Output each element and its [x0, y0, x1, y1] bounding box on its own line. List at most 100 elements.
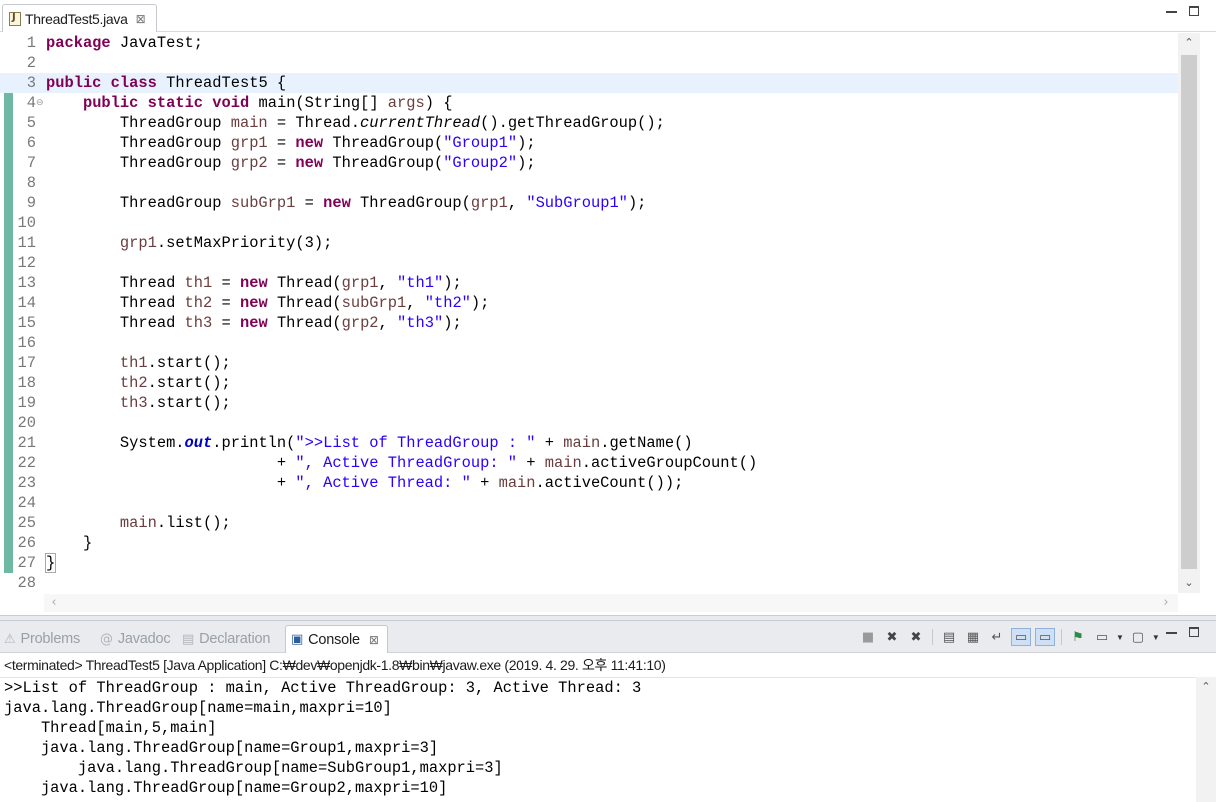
- editor-tab-threadtest5[interactable]: ThreadTest5.java ⊠: [2, 4, 157, 32]
- code-line[interactable]: 22 + ", Active ThreadGroup: " + main.act…: [0, 453, 1178, 473]
- tab-javadoc[interactable]: @ Javadoc: [100, 625, 171, 653]
- code-token: main: [544, 454, 582, 472]
- code-token: "SubGroup1": [526, 194, 628, 212]
- terminate-icon[interactable]: ■: [858, 628, 878, 646]
- scroll-up-icon[interactable]: ⌃: [1178, 33, 1200, 53]
- code-line[interactable]: 28: [0, 573, 1178, 593]
- code-token: ) {: [424, 94, 453, 112]
- code-line[interactable]: 8: [0, 173, 1178, 193]
- code-line[interactable]: 4 ⊖ public static void main(String[] args…: [0, 93, 1178, 113]
- tab-problems[interactable]: ⚠ Problems: [4, 625, 80, 653]
- code-line[interactable]: 19 th3.start();: [0, 393, 1178, 413]
- editor-vertical-scrollbar[interactable]: ⌃ ⌄: [1178, 33, 1200, 593]
- code-line[interactable]: 13 Thread th1 = new Thread(grp1, "th1");: [0, 273, 1178, 293]
- code-editor[interactable]: 1 package JavaTest; 2 3 public class ThreadT…: [0, 33, 1178, 593]
- code-line[interactable]: 18 th2.start();: [0, 373, 1178, 393]
- console-output-line: Thread[main,5,main]: [4, 719, 217, 737]
- code-line[interactable]: 11 grp1.setMaxPriority(3);: [0, 233, 1178, 253]
- dropdown-arrow-icon[interactable]: ▼: [1152, 633, 1160, 642]
- show-on-stdout-icon[interactable]: ▭: [1011, 628, 1031, 646]
- line-number: 6: [26, 134, 36, 152]
- code-line[interactable]: 3 public class ThreadTest5 {: [0, 73, 1178, 93]
- scroll-left-icon[interactable]: ‹: [46, 594, 62, 612]
- minimize-icon[interactable]: [1166, 632, 1177, 634]
- console-output[interactable]: >>List of ThreadGroup : main, Active Thr…: [0, 677, 1196, 802]
- code-line[interactable]: 15 Thread th3 = new Thread(grp2, "th3");: [0, 313, 1178, 333]
- code-line[interactable]: 24: [0, 493, 1178, 513]
- code-token: ThreadGroup: [46, 154, 231, 172]
- code-line[interactable]: 16: [0, 333, 1178, 353]
- close-tab-icon[interactable]: ⊠: [369, 633, 379, 647]
- code-line[interactable]: 7 ThreadGroup grp2 = new ThreadGroup("Gr…: [0, 153, 1178, 173]
- code-line[interactable]: 12: [0, 253, 1178, 273]
- code-token: .list();: [156, 514, 231, 532]
- code-line[interactable]: 1 package JavaTest;: [0, 33, 1178, 53]
- code-line[interactable]: 2: [0, 53, 1178, 73]
- line-number: 5: [26, 114, 36, 132]
- code-line[interactable]: 27}: [0, 553, 1178, 573]
- scroll-down-icon[interactable]: ⌄: [1178, 573, 1200, 593]
- fold-collapse-icon[interactable]: ⊖: [36, 93, 44, 113]
- code-line[interactable]: 10: [0, 213, 1178, 233]
- code-text: th2.start();: [46, 373, 231, 393]
- code-line[interactable]: 21 System.out.println(">>List of ThreadG…: [0, 433, 1178, 453]
- code-token: public: [46, 74, 102, 92]
- code-line[interactable]: 17 th1.start();: [0, 353, 1178, 373]
- code-text: + ", Active Thread: " + main.activeCount…: [46, 473, 683, 493]
- code-line[interactable]: 6 ThreadGroup grp1 = new ThreadGroup("Gr…: [0, 133, 1178, 153]
- code-token: ,: [378, 314, 398, 332]
- line-number: 7: [26, 154, 36, 172]
- editor-pane: ThreadTest5.java ⊠ 1package JavaTest;23p…: [0, 0, 1216, 616]
- display-console-icon[interactable]: ▭: [1092, 628, 1112, 646]
- code-token: = Thread.: [267, 114, 361, 132]
- code-token: ,: [406, 294, 425, 312]
- code-line[interactable]: 23 + ", Active Thread: " + main.activeCo…: [0, 473, 1178, 493]
- scroll-up-icon[interactable]: ⌃: [1196, 677, 1216, 697]
- show-on-stderr-icon[interactable]: ▭: [1035, 628, 1055, 646]
- code-line[interactable]: 9 ThreadGroup subGrp1 = new ThreadGroup(…: [0, 193, 1178, 213]
- dropdown-arrow-icon[interactable]: ▼: [1116, 633, 1124, 642]
- editor-horizontal-scrollbar[interactable]: ‹ ›: [44, 594, 1178, 612]
- code-line[interactable]: 26 }: [0, 533, 1178, 553]
- scroll-right-icon[interactable]: ›: [1158, 594, 1174, 612]
- line-number: 21: [17, 434, 36, 452]
- code-token: .setMaxPriority(3);: [156, 234, 333, 252]
- code-token: .activeCount());: [535, 474, 684, 492]
- remove-launch-icon[interactable]: ✖: [882, 628, 902, 646]
- minimize-icon[interactable]: [1166, 11, 1177, 13]
- scrollbar-thumb[interactable]: [1181, 55, 1197, 569]
- code-token: th1: [184, 274, 213, 292]
- code-token: new: [239, 294, 268, 312]
- console-output-line: java.lang.ThreadGroup[name=Group1,maxpri…: [4, 739, 439, 757]
- code-token: out: [184, 434, 213, 452]
- maximize-icon[interactable]: [1189, 627, 1199, 637]
- java-file-icon: [9, 11, 21, 26]
- code-token: ThreadGroup: [46, 114, 231, 132]
- code-token: grp1: [230, 134, 268, 152]
- code-line[interactable]: 5 ThreadGroup main = Thread.currentThrea…: [0, 113, 1178, 133]
- code-line[interactable]: 20: [0, 413, 1178, 433]
- code-line[interactable]: 25 main.list();: [0, 513, 1178, 533]
- tab-declaration[interactable]: ▤ Declaration: [182, 625, 270, 653]
- code-token: ", Active ThreadGroup: ": [295, 454, 518, 472]
- remove-all-terminated-icon[interactable]: ✖: [906, 628, 926, 646]
- javadoc-icon: @: [100, 631, 113, 647]
- editor-tab-label: ThreadTest5.java: [25, 10, 128, 27]
- line-number: 2: [26, 54, 36, 72]
- code-token: grp1: [341, 274, 379, 292]
- tab-console[interactable]: ▣ Console ⊠: [285, 625, 388, 653]
- word-wrap-icon[interactable]: ↵: [987, 628, 1007, 646]
- close-tab-icon[interactable]: ⊠: [136, 12, 146, 26]
- open-console-icon[interactable]: ▢: [1128, 628, 1148, 646]
- console-vertical-scrollbar[interactable]: ⌃: [1196, 677, 1216, 802]
- maximize-icon[interactable]: [1189, 6, 1199, 16]
- problems-icon: ⚠: [4, 631, 16, 647]
- pin-console-icon[interactable]: ⚑: [1068, 628, 1088, 646]
- code-line[interactable]: 14 Thread th2 = new Thread(subGrp1, "th2…: [0, 293, 1178, 313]
- code-text: public class ThreadTest5 {: [46, 73, 286, 93]
- scroll-lock-icon[interactable]: ▦: [963, 628, 983, 646]
- line-number: 25: [17, 514, 36, 532]
- clear-console-icon[interactable]: ▤: [939, 628, 959, 646]
- line-number: 24: [17, 494, 36, 512]
